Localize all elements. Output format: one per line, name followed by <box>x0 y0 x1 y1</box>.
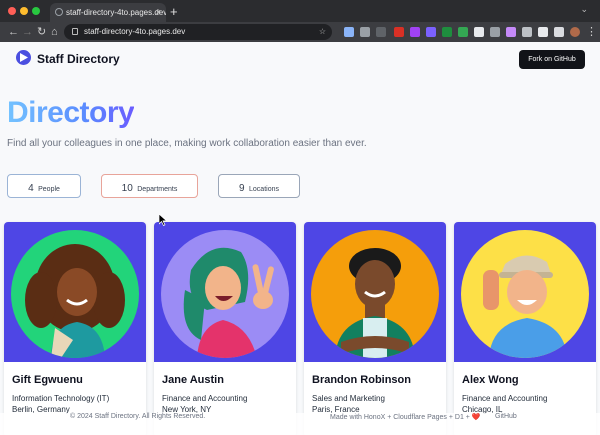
card-image-area <box>454 222 596 362</box>
extension-icon[interactable] <box>522 27 532 37</box>
person-arms-crossed-icon <box>311 230 439 358</box>
home-button[interactable]: ⌂ <box>51 24 58 40</box>
extension-icon[interactable] <box>442 27 452 37</box>
extension-puzzle-icon[interactable] <box>538 27 548 37</box>
person-card[interactable]: Gift Egwuenu Information Technology (IT)… <box>4 222 146 435</box>
stat-count: 4 <box>28 183 34 194</box>
extension-icon[interactable] <box>506 27 516 37</box>
page: Staff Directory Fork on GitHub Directory… <box>0 42 600 435</box>
person-curly-hair-icon <box>11 230 139 358</box>
extension-icon[interactable] <box>490 27 500 37</box>
person-department: Finance and Accounting <box>162 394 248 403</box>
tab-close-icon[interactable]: × <box>156 3 161 22</box>
extension-icon[interactable] <box>410 27 420 37</box>
person-waving-icon <box>461 230 589 358</box>
footer-made-with: Made with HonoX + Cloudflare Pages + D1 … <box>330 414 481 421</box>
back-button[interactable]: ← <box>8 24 19 40</box>
person-name: Gift Egwuenu <box>12 374 83 386</box>
address-bar[interactable]: staff-directory-4to.pages.dev ☆ <box>64 24 332 40</box>
tab-bar: staff-directory-4to.pages.dev × + ⌄ <box>0 0 600 22</box>
page-title: Directory <box>7 96 135 129</box>
kebab-menu-icon[interactable]: ⋮ <box>586 24 597 40</box>
person-name: Brandon Robinson <box>312 374 411 386</box>
stat-label: People <box>38 186 60 193</box>
person-department: Sales and Marketing <box>312 394 385 403</box>
site-footer: © 2024 Staff Directory. All Rights Reser… <box>0 413 600 435</box>
footer-github-link[interactable]: GitHub <box>495 413 517 420</box>
chevron-down-icon[interactable]: ⌄ <box>580 4 588 15</box>
stat-departments-button[interactable]: 10 Departments <box>101 174 198 198</box>
page-subtitle: Find all your colleagues in one place, m… <box>7 138 367 149</box>
stat-count: 9 <box>239 183 245 194</box>
card-image-area <box>304 222 446 362</box>
maximize-window-button[interactable] <box>32 7 40 15</box>
card-image-area <box>4 222 146 362</box>
browser-tab[interactable]: staff-directory-4to.pages.dev × <box>50 3 166 22</box>
browser-chrome: staff-directory-4to.pages.dev × + ⌄ ← → … <box>0 0 600 42</box>
extension-icon[interactable] <box>394 27 404 37</box>
extension-icon[interactable] <box>376 27 386 37</box>
fork-on-github-button[interactable]: Fork on GitHub <box>519 50 585 69</box>
side-panel-icon[interactable] <box>554 27 564 37</box>
extension-icon[interactable] <box>426 27 436 37</box>
minimize-window-button[interactable] <box>20 7 28 15</box>
footer-copyright: © 2024 Staff Directory. All Rights Reser… <box>70 413 206 420</box>
forward-button[interactable]: → <box>22 24 33 40</box>
extension-icon[interactable] <box>344 27 354 37</box>
new-tab-button[interactable]: + <box>170 3 178 20</box>
play-logo-icon[interactable] <box>16 50 31 65</box>
card-image-area <box>154 222 296 362</box>
person-department: Finance and Accounting <box>462 394 548 403</box>
stat-label: Departments <box>137 186 178 193</box>
stat-count: 10 <box>121 183 133 194</box>
person-name: Alex Wong <box>462 374 519 386</box>
person-department: Information Technology (IT) <box>12 394 110 403</box>
person-card[interactable]: Alex Wong Finance and Accounting Chicago… <box>454 222 596 435</box>
lock-icon <box>72 28 78 35</box>
person-card[interactable]: Brandon Robinson Sales and Marketing Par… <box>304 222 446 435</box>
extension-icon[interactable] <box>458 27 468 37</box>
close-window-button[interactable] <box>8 7 16 15</box>
person-name: Jane Austin <box>162 374 224 386</box>
browser-toolbar: ← → ↻ ⌂ staff-directory-4to.pages.dev ☆ … <box>0 22 600 42</box>
extension-icon[interactable] <box>360 27 370 37</box>
url-text: staff-directory-4to.pages.dev <box>84 27 186 36</box>
person-card[interactable]: Jane Austin Finance and Accounting New Y… <box>154 222 296 435</box>
tab-title: staff-directory-4to.pages.dev <box>66 8 166 17</box>
site-brand[interactable]: Staff Directory <box>37 52 120 66</box>
stat-people-button[interactable]: 4 People <box>7 174 81 198</box>
mouse-pointer-icon <box>159 214 167 226</box>
globe-icon <box>55 8 63 16</box>
stat-locations-button[interactable]: 9 Locations <box>218 174 300 198</box>
reload-button[interactable]: ↻ <box>37 24 46 40</box>
profile-avatar[interactable] <box>570 27 580 37</box>
site-header: Staff Directory Fork on GitHub <box>0 42 600 78</box>
person-peace-sign-icon <box>161 230 289 358</box>
bookmark-star-icon[interactable]: ☆ <box>319 24 326 40</box>
extension-icon[interactable] <box>474 27 484 37</box>
stat-label: Locations <box>249 186 279 193</box>
